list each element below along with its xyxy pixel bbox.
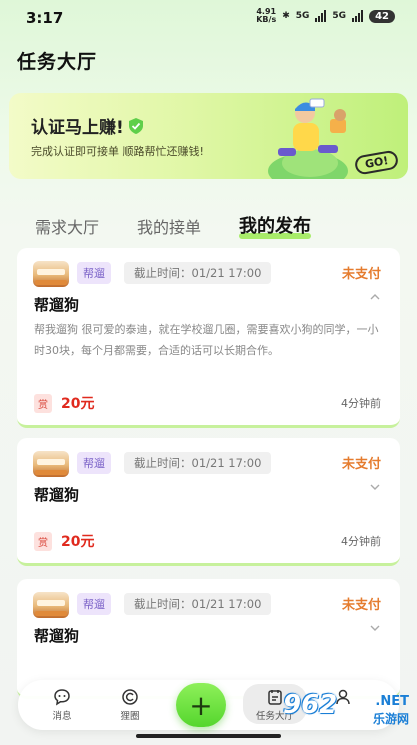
order-thumbnail [33,592,69,618]
signal-icon-2 [352,10,364,22]
courier-illustration [268,98,348,179]
order-deadline: 截止时间：01/21 17:00 [124,452,272,474]
chevron-down-icon[interactable] [370,483,380,491]
banner-title-row: 认证马上赚! [31,113,143,138]
order-deadline: 截止时间：01/21 17:00 [124,262,272,284]
site-watermark: 962 .NET 乐游网 [283,688,411,732]
order-time-ago: 4分钟前 [341,535,381,548]
network-speed-unit: KB/s [256,15,277,24]
network-type-1: 5G [295,11,310,21]
watermark-net: .NET [375,694,409,709]
order-thumbnail [33,261,69,287]
reward-badge: 赏 [34,393,52,413]
chevron-up-icon[interactable] [370,293,380,301]
watermark-logo: 962 [283,690,338,720]
shield-check-icon [128,117,143,134]
watermark-site: 乐游网 [372,712,409,726]
reward-amount: 20元 [61,396,95,412]
home-indicator[interactable] [136,734,281,738]
banner-subtitle: 完成认证即可接单 顺路帮忙还赚钱! [31,145,204,158]
task-list-icon [268,690,282,705]
order-category-tag: 帮遛 [77,452,111,474]
order-status: 未支付 [341,457,381,472]
add-task-button[interactable]: + [176,683,226,727]
order-title: 帮遛狗 [34,296,80,314]
circle-community-icon [122,689,138,705]
status-time: 3:17 [26,9,64,27]
order-status: 未支付 [341,598,381,613]
banner-title: 认证马上赚! [31,118,124,138]
tab-my-accepted[interactable]: 我的接单 [137,214,201,238]
order-title: 帮遛狗 [34,486,80,504]
order-category-tag: 帮遛 [77,262,111,284]
signal-icon [315,10,327,22]
order-card[interactable]: 帮遛 截止时间：01/21 17:00 未支付 帮遛狗 赏 20元 4分钟前 [17,438,400,566]
order-category-tag: 帮遛 [77,593,111,615]
nav-circle[interactable]: 狸圈 [105,688,155,722]
order-deadline: 截止时间：01/21 17:00 [124,593,272,615]
network-type-2: 5G [332,11,347,21]
network-speed: 4.91 KB/s [256,8,276,24]
order-description: 帮我遛狗 很可爱的泰迪，就在学校遛几圈，需要喜欢小狗的同学，一小时30块，每个月… [34,323,379,357]
order-reward: 赏 20元 [34,531,94,551]
order-card[interactable]: 帮遛 截止时间：01/21 17:00 未支付 帮遛狗 帮我遛狗 很可爱的泰迪，… [17,248,400,428]
battery-icon: 42 [369,9,395,23]
status-bar: 3:17 4.91 KB/s ✱ 5G 5G 42 [0,0,417,34]
tab-demand-hall[interactable]: 需求大厅 [35,214,99,238]
nav-messages-label: 消息 [52,711,72,722]
page-title: 任务大厅 [17,51,98,73]
chevron-down-icon[interactable] [370,624,380,632]
reward-badge: 赏 [34,531,52,551]
reward-amount: 20元 [61,534,95,550]
order-reward: 赏 20元 [34,393,94,413]
bluetooth-icon: ✱ [282,11,290,21]
status-indicators: 4.91 KB/s ✱ 5G 5G 42 [256,8,395,24]
order-status: 未支付 [341,267,381,282]
order-title: 帮遛狗 [34,627,80,645]
order-thumbnail [33,451,69,477]
chat-bubble-icon [54,689,70,706]
order-time-ago: 4分钟前 [341,397,381,410]
nav-messages[interactable]: 消息 [37,688,87,722]
tab-my-published[interactable]: 我的发布 [239,212,312,239]
verification-banner[interactable]: 认证马上赚! 完成认证即可接单 顺路帮忙还赚钱! GO! [9,93,408,179]
nav-circle-label: 狸圈 [120,711,140,722]
order-tabs: 需求大厅 我的接单 我的发布 [35,212,312,239]
